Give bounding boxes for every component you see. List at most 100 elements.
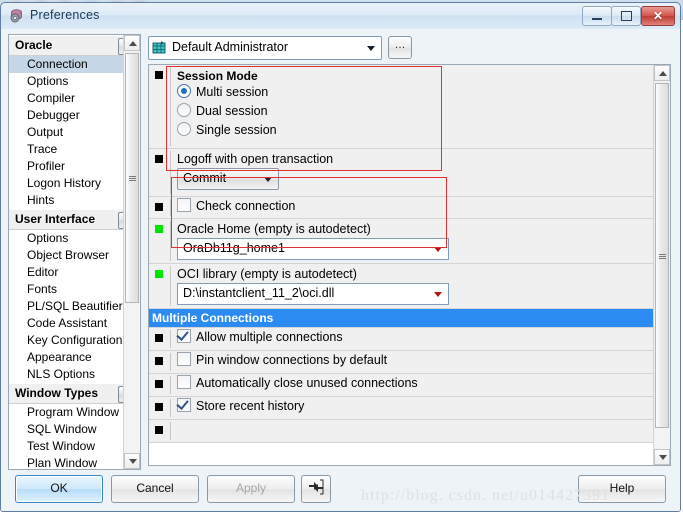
- oci-library-value: D:\instantclient_11_2\oci.dll: [183, 286, 335, 300]
- radio-icon[interactable]: [177, 122, 191, 136]
- radio-label: Multi session: [196, 85, 269, 99]
- sidebar-item-fonts[interactable]: Fonts: [9, 281, 140, 298]
- chevron-down-icon[interactable]: [367, 46, 375, 51]
- scroll-down-button[interactable]: [654, 449, 670, 465]
- sidebar-item-code-assistant[interactable]: Code Assistant: [9, 315, 140, 332]
- sidebar-item-key-configuration[interactable]: Key Configuration: [9, 332, 140, 349]
- oci-library-select[interactable]: D:\instantclient_11_2\oci.dll: [177, 283, 449, 305]
- sidebar-item-options[interactable]: Options: [9, 73, 140, 90]
- options-scrollbar[interactable]: [653, 65, 670, 465]
- scrollbar-thumb[interactable]: [125, 53, 139, 303]
- checkbox-store-recent-history[interactable]: Store recent history: [177, 397, 654, 416]
- scrollbar-thumb[interactable]: [655, 83, 669, 428]
- sidebar-item-compiler[interactable]: Compiler: [9, 90, 140, 107]
- apply-button[interactable]: Apply: [207, 475, 295, 503]
- close-button[interactable]: ✕: [641, 6, 675, 26]
- row-divider: [170, 221, 171, 261]
- sidebar-item-ui-options[interactable]: Options: [9, 230, 140, 247]
- logoff-value: Commit: [183, 171, 227, 185]
- options-list[interactable]: Session Mode Multi session Dual session …: [148, 64, 671, 466]
- sidebar-item-sql-window[interactable]: SQL Window: [9, 421, 140, 438]
- checkbox-icon-checked[interactable]: [177, 329, 191, 343]
- profile-bar: Default Administrator …: [145, 34, 673, 62]
- row-marker: [155, 203, 163, 211]
- chevron-down-icon[interactable]: [434, 292, 442, 297]
- maximize-button[interactable]: [611, 6, 641, 26]
- oracle-home-label: Oracle Home (empty is autodetect): [177, 222, 371, 236]
- checkbox-icon[interactable]: [177, 352, 191, 366]
- logoff-select[interactable]: Commit: [177, 168, 279, 190]
- window-client-area: Oracle Connection Options Compiler Debug…: [1, 29, 680, 511]
- scroll-up-button[interactable]: [654, 65, 670, 81]
- sidebar-item-logon-history[interactable]: Logon History: [9, 175, 140, 192]
- import-export-button[interactable]: [301, 475, 331, 503]
- sidebar-item-profiler[interactable]: Profiler: [9, 158, 140, 175]
- sidebar-item-debugger[interactable]: Debugger: [9, 107, 140, 124]
- sidebar-item-appearance[interactable]: Appearance: [9, 349, 140, 366]
- option-row-logoff: Logoff with open transaction Commit: [149, 149, 654, 197]
- row-marker: [155, 357, 163, 365]
- checkbox-auto-close-unused[interactable]: Automatically close unused connections: [177, 374, 654, 393]
- row-marker: [155, 71, 163, 79]
- radio-multi-session[interactable]: Multi session: [177, 83, 654, 102]
- checkbox-pin-window-connections[interactable]: Pin window connections by default: [177, 351, 654, 370]
- row-marker: [155, 155, 163, 163]
- checkbox-allow-multiple-connections[interactable]: Allow multiple connections: [177, 328, 654, 347]
- sidebar-item-hints[interactable]: Hints: [9, 192, 140, 209]
- profile-select[interactable]: Default Administrator: [148, 36, 382, 60]
- row-marker: [155, 380, 163, 388]
- sidebar-item-output[interactable]: Output: [9, 124, 140, 141]
- maximize-icon: [612, 7, 640, 25]
- row-marker-modified: [155, 270, 163, 278]
- minimize-icon: [583, 7, 611, 25]
- radio-label: Dual session: [196, 104, 268, 118]
- radio-dual-session[interactable]: Dual session: [177, 102, 654, 121]
- preferences-tree[interactable]: Oracle Connection Options Compiler Debug…: [8, 34, 141, 470]
- sidebar-item-nls-options[interactable]: NLS Options: [9, 366, 140, 383]
- option-row-oci-library: OCI library (empty is autodetect) D:\ins…: [149, 264, 654, 309]
- dialog-button-bar: OK Cancel Apply Help http://blog. csdn. …: [1, 473, 680, 511]
- sidebar-item-program-window[interactable]: Program Window: [9, 404, 140, 421]
- minimize-button[interactable]: [582, 6, 612, 26]
- title-bar[interactable]: Preferences ✕: [1, 3, 680, 30]
- checkbox-label: Store recent history: [196, 399, 305, 413]
- sidebar-scrollbar[interactable]: [123, 35, 140, 469]
- checkbox-icon[interactable]: [177, 198, 191, 212]
- sidebar-item-connection[interactable]: Connection: [9, 56, 140, 73]
- row-marker: [155, 426, 163, 434]
- sidebar-item-test-window[interactable]: Test Window: [9, 438, 140, 455]
- row-divider: [170, 330, 171, 348]
- ok-button[interactable]: OK: [15, 475, 103, 503]
- import-export-icon: [307, 479, 325, 495]
- checkbox-icon[interactable]: [177, 375, 191, 389]
- session-mode-title: Session Mode: [177, 69, 258, 83]
- logoff-label: Logoff with open transaction: [177, 152, 334, 166]
- sidebar-item-trace[interactable]: Trace: [9, 141, 140, 158]
- checkbox-icon-checked[interactable]: [177, 398, 191, 412]
- row-divider: [170, 353, 171, 371]
- chevron-down-icon[interactable]: [434, 247, 442, 252]
- row-divider: [170, 266, 171, 306]
- cancel-button[interactable]: Cancel: [111, 475, 199, 503]
- sidebar-item-plsql-beautifier[interactable]: PL/SQL Beautifier: [9, 298, 140, 315]
- row-marker: [155, 403, 163, 411]
- oracle-home-select[interactable]: OraDb11g_home1: [177, 238, 449, 260]
- sidebar-item-object-browser[interactable]: Object Browser: [9, 247, 140, 264]
- radio-single-session[interactable]: Single session: [177, 121, 654, 140]
- sidebar-group-window-types[interactable]: Window Types: [9, 383, 140, 404]
- sidebar-item-plan-window[interactable]: Plan Window: [9, 455, 140, 469]
- radio-icon-selected[interactable]: [177, 84, 191, 98]
- option-row-check-connection: Check connection: [149, 197, 654, 219]
- sidebar-group-oracle[interactable]: Oracle: [9, 35, 140, 56]
- sidebar-group-user-interface[interactable]: User Interface: [9, 209, 140, 230]
- radio-icon[interactable]: [177, 103, 191, 117]
- option-row-spacer: [149, 420, 654, 443]
- profile-more-button[interactable]: …: [388, 36, 412, 59]
- database-gear-icon: [9, 8, 25, 24]
- scroll-up-button[interactable]: [124, 35, 140, 51]
- checkbox-check-connection[interactable]: Check connection: [177, 197, 654, 216]
- sidebar-item-editor[interactable]: Editor: [9, 264, 140, 281]
- scroll-down-button[interactable]: [124, 453, 140, 469]
- close-icon: ✕: [652, 9, 664, 23]
- chevron-down-icon[interactable]: [264, 177, 272, 182]
